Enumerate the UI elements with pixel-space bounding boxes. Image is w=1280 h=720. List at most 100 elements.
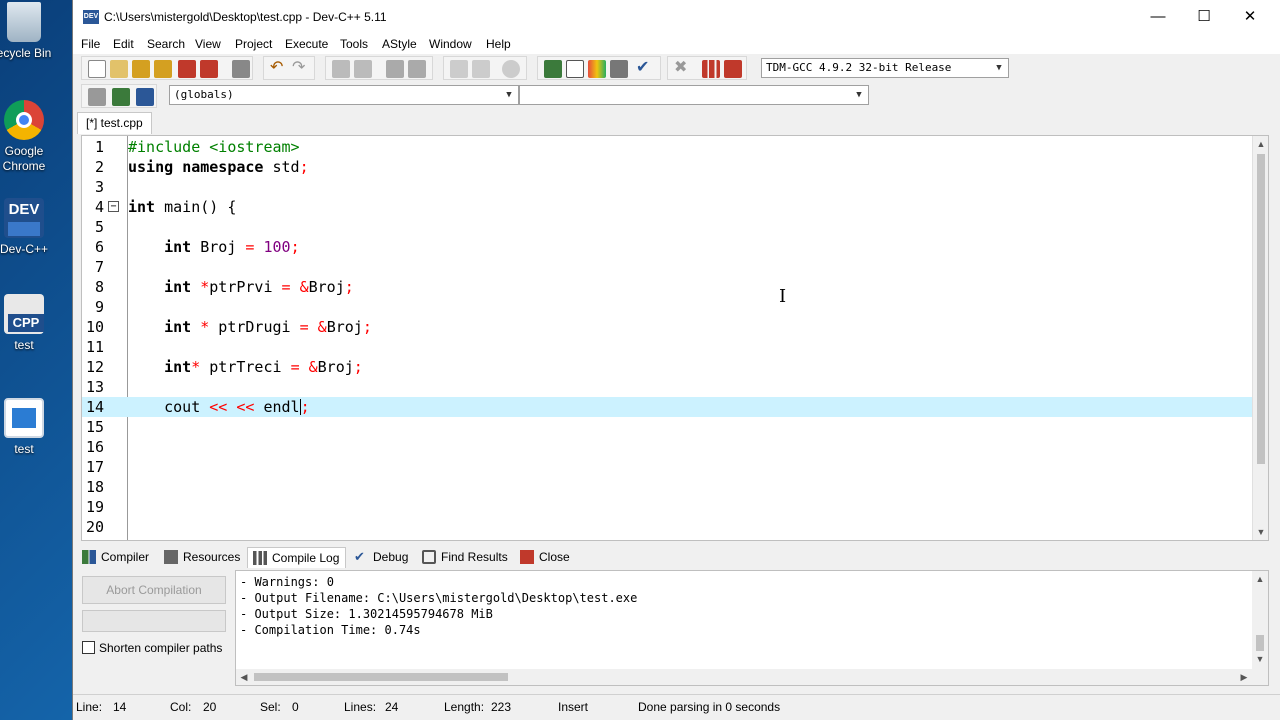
new-file-icon[interactable]: [88, 60, 106, 78]
code-line[interactable]: 10 int * ptrDrugi = &Broj;: [82, 317, 1254, 337]
replace-icon[interactable]: [354, 60, 372, 78]
insert-icon[interactable]: [88, 88, 106, 106]
log-horizontal-scrollbar[interactable]: ◀ ▶: [236, 669, 1268, 685]
desktop-icon-test-cpp[interactable]: CPP test: [0, 294, 60, 353]
scrollbar-thumb[interactable]: [254, 673, 508, 681]
code-editor[interactable]: 1 #include <iostream> 2 using namespace …: [81, 135, 1269, 541]
indent-icon[interactable]: [386, 60, 404, 78]
menu-help[interactable]: Help: [486, 37, 511, 51]
tab-debug[interactable]: ✔ Debug: [349, 547, 414, 568]
code-line[interactable]: 2 using namespace std;: [82, 157, 1254, 177]
tab-resources[interactable]: Resources: [159, 547, 246, 568]
code-line[interactable]: 5: [82, 217, 1254, 237]
code-line[interactable]: 4 − int main() {: [82, 197, 1254, 217]
code-line[interactable]: 1 #include <iostream>: [82, 137, 1254, 157]
redo-icon[interactable]: ↷: [292, 60, 310, 78]
code-line[interactable]: 3: [82, 177, 1254, 197]
close-file-icon[interactable]: [178, 60, 196, 78]
back-icon[interactable]: [450, 60, 468, 78]
undo-icon[interactable]: ↶: [270, 60, 288, 78]
scrollbar-thumb[interactable]: [1256, 635, 1264, 651]
code-line[interactable]: 13: [82, 377, 1254, 397]
scroll-right-icon[interactable]: ▶: [1236, 669, 1252, 685]
stop-icon[interactable]: ✖: [674, 60, 692, 78]
menu-astyle[interactable]: AStyle: [382, 37, 417, 51]
menu-window[interactable]: Window: [429, 37, 472, 51]
print-icon[interactable]: [232, 60, 250, 78]
tab-find-results[interactable]: Find Results: [417, 547, 514, 568]
log-vertical-scrollbar[interactable]: ▲ ▼: [1252, 571, 1268, 669]
forward-icon[interactable]: [472, 60, 490, 78]
menu-view[interactable]: View: [195, 37, 221, 51]
tab-compiler[interactable]: Compiler: [77, 547, 155, 568]
desktop-icon-label: Google Chrome: [2, 144, 46, 173]
compiler-select[interactable]: TDM-GCC 4.9.2 32-bit Release ▼: [761, 58, 1009, 78]
menu-search[interactable]: Search: [147, 37, 185, 51]
title-bar[interactable]: DEV C:\Users\mistergold\Desktop\test.cpp…: [73, 0, 1280, 34]
close-button[interactable]: ✕: [1227, 0, 1273, 34]
unindent-icon[interactable]: [408, 60, 426, 78]
tab-compile-log[interactable]: Compile Log: [247, 547, 347, 568]
open-file-icon[interactable]: [110, 60, 128, 78]
code-line[interactable]: 17: [82, 457, 1254, 477]
compile-log[interactable]: - Warnings: 0 - Output Filename: C:\User…: [235, 570, 1269, 686]
menu-edit[interactable]: Edit: [113, 37, 134, 51]
status-sel-value: 0: [292, 700, 299, 714]
scope-select[interactable]: (globals) ▼: [169, 85, 519, 105]
active-code-line[interactable]: 14 cout << << endl;: [82, 397, 1254, 417]
save-all-icon[interactable]: [154, 60, 172, 78]
find-icon[interactable]: [332, 60, 350, 78]
colors-icon[interactable]: [588, 60, 606, 78]
code-line[interactable]: 9: [82, 297, 1254, 317]
abort-compilation-button[interactable]: Abort Compilation: [82, 576, 226, 604]
menu-execute[interactable]: Execute: [285, 37, 328, 51]
menu-file[interactable]: File: [81, 37, 100, 51]
close-all-icon[interactable]: [200, 60, 218, 78]
code-line[interactable]: 20: [82, 517, 1254, 537]
project-icon[interactable]: [544, 60, 562, 78]
fold-collapse-icon[interactable]: −: [108, 201, 119, 212]
grid-icon[interactable]: [610, 60, 628, 78]
code-line[interactable]: 11: [82, 337, 1254, 357]
number-literal: 100: [263, 238, 291, 256]
code-line[interactable]: 7: [82, 257, 1254, 277]
debug-check-icon: ✔: [354, 549, 365, 564]
code-line[interactable]: 15: [82, 417, 1254, 437]
menu-project[interactable]: Project: [235, 37, 272, 51]
desktop-icon-devcpp[interactable]: DEV Dev-C++: [0, 198, 60, 257]
code-line[interactable]: 6 int Broj = 100;: [82, 237, 1254, 257]
code-line[interactable]: 8 int *ptrPrvi = &Broj;: [82, 277, 1254, 297]
desktop-icon-chrome[interactable]: Google Chrome: [0, 100, 60, 174]
scroll-left-icon[interactable]: ◀: [236, 669, 252, 685]
goto-bookmark-icon[interactable]: [136, 88, 154, 106]
scroll-up-icon[interactable]: ▲: [1252, 571, 1268, 587]
delete-profile-icon[interactable]: [724, 60, 742, 78]
code-line[interactable]: 18: [82, 477, 1254, 497]
scroll-up-icon[interactable]: ▲: [1253, 136, 1268, 152]
desktop-icon-test-exe[interactable]: test: [0, 398, 60, 457]
goto-icon[interactable]: [502, 60, 520, 78]
toggle-bookmark-icon[interactable]: [112, 88, 130, 106]
chart-icon[interactable]: [702, 60, 720, 78]
code-line[interactable]: 12 int* ptrTreci = &Broj;: [82, 357, 1254, 377]
code-line[interactable]: 19: [82, 497, 1254, 517]
window-icon[interactable]: [566, 60, 584, 78]
code-line[interactable]: 16: [82, 437, 1254, 457]
app-icon[interactable]: DEV: [83, 10, 99, 24]
scroll-down-icon[interactable]: ▼: [1253, 524, 1268, 540]
resources-icon: [164, 550, 178, 564]
minimize-button[interactable]: —: [1135, 0, 1181, 34]
editor-vertical-scrollbar[interactable]: ▲ ▼: [1252, 136, 1268, 540]
maximize-button[interactable]: ☐: [1181, 0, 1227, 34]
tab-test-cpp[interactable]: [*] test.cpp: [77, 112, 152, 134]
menu-tools[interactable]: Tools: [340, 37, 368, 51]
scrollbar-thumb[interactable]: [1257, 154, 1265, 464]
checkbox[interactable]: [82, 641, 95, 655]
member-select[interactable]: ▼: [519, 85, 869, 105]
shorten-paths-checkbox[interactable]: Shorten compiler paths: [82, 641, 222, 655]
scroll-down-icon[interactable]: ▼: [1252, 651, 1268, 667]
check-syntax-icon[interactable]: ✔: [636, 60, 654, 78]
tab-close[interactable]: Close: [515, 547, 576, 568]
desktop-icon-recycle-bin[interactable]: ecycle Bin: [0, 2, 60, 61]
save-icon[interactable]: [132, 60, 150, 78]
